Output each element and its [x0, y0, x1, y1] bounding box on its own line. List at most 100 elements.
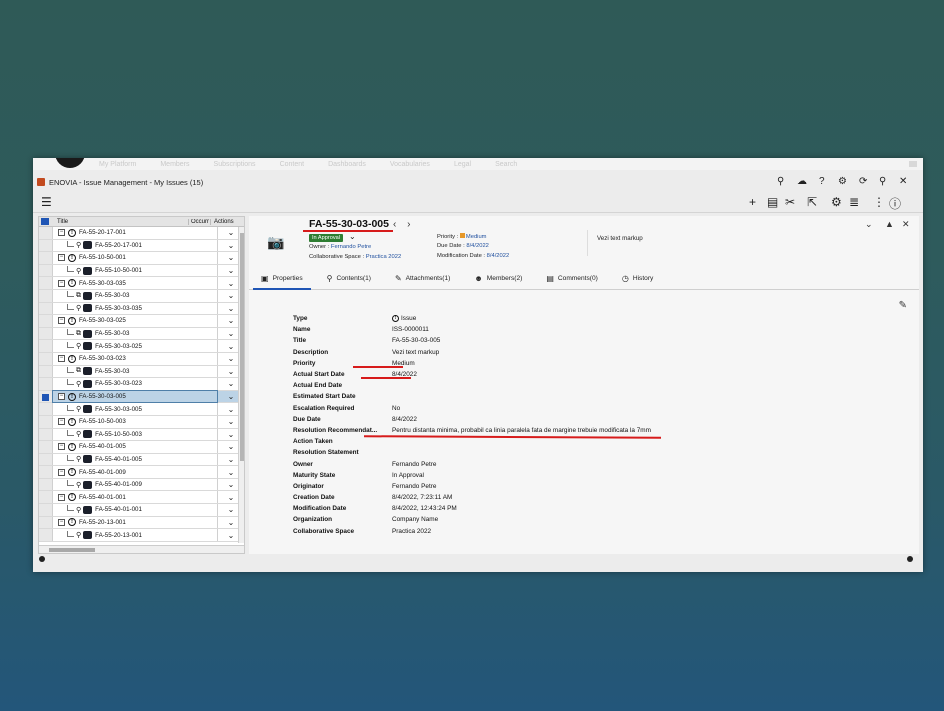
tree-row[interactable]: ⚲ FA-55-40-01-001 ⌄: [39, 504, 244, 517]
pin-icon[interactable]: ⚲: [879, 176, 886, 187]
tab-history[interactable]: ◷ History: [610, 268, 666, 289]
tree-row[interactable]: −! FA-55-40-01-005 ⌄: [39, 441, 244, 454]
tree-row[interactable]: −! FA-55-10-50-003 ⌄: [39, 415, 244, 429]
tree-row[interactable]: ⚲ FA-55-30-03-023 ⌄: [39, 378, 244, 391]
topbar-item[interactable]: Content: [280, 161, 305, 168]
tree-cell[interactable]: −! FA-55-30-03-035: [53, 277, 217, 289]
camera-icon[interactable]: 📷: [267, 234, 284, 251]
row-gutter[interactable]: [39, 289, 53, 302]
row-gutter[interactable]: [39, 390, 53, 403]
tree-row[interactable]: ⚲ FA-55-30-03-005 ⌄: [39, 403, 244, 416]
row-checkbox[interactable]: [42, 393, 49, 401]
tree-row[interactable]: ⚲ FA-55-30-03-035 ⌄: [39, 302, 244, 316]
more-icon[interactable]: ⋮: [873, 195, 885, 209]
row-gutter[interactable]: [39, 453, 53, 466]
tree-row[interactable]: −! FA-55-40-01-001 ⌄: [39, 491, 244, 505]
topbar-item[interactable]: Vocabularies: [390, 161, 430, 168]
chevron-down-icon[interactable]: ⌄: [349, 232, 356, 241]
row-gutter[interactable]: [39, 491, 53, 504]
row-gutter[interactable]: [39, 504, 53, 516]
tree-cell[interactable]: ⚲ FA-55-30-03-005: [53, 403, 217, 415]
tree-cell[interactable]: −! FA-55-10-50-001: [53, 252, 217, 264]
window-control[interactable]: [909, 161, 917, 167]
topbar-item[interactable]: My Platform: [99, 161, 136, 168]
row-gutter[interactable]: [39, 466, 53, 478]
collapse-up-icon[interactable]: ▲: [885, 219, 894, 229]
tree-row[interactable]: −! FA-55-20-17-001 ⌄: [39, 227, 244, 240]
collapse-toggle-icon[interactable]: −: [58, 493, 65, 501]
topbar-item[interactable]: Search: [495, 161, 517, 168]
row-gutter[interactable]: [39, 227, 53, 239]
row-gutter[interactable]: [39, 516, 53, 529]
tree-cell[interactable]: −! FA-55-20-13-001: [53, 517, 217, 529]
select-all-checkbox[interactable]: [41, 218, 49, 225]
tree-row[interactable]: ⧉ FA-55-30-03 ⌄: [39, 327, 244, 341]
plus-icon[interactable]: +: [749, 195, 756, 209]
tree-cell[interactable]: ⚲ FA-55-20-13-001: [53, 529, 217, 541]
tree-row[interactable]: −! FA-55-20-13-001 ⌄: [39, 516, 244, 530]
close-icon[interactable]: ✕: [899, 176, 907, 187]
collapse-toggle-icon[interactable]: −: [58, 279, 65, 287]
tree-cell[interactable]: −! FA-55-40-01-001: [53, 491, 217, 503]
topbar-item[interactable]: Members: [160, 161, 189, 168]
tab-attachments[interactable]: ✎ Attachments(1): [383, 268, 462, 289]
tree-row[interactable]: −! FA-55-40-01-009 ⌄: [39, 466, 244, 479]
tree-cell[interactable]: −! FA-55-40-01-009: [53, 466, 217, 478]
owner-link[interactable]: Fernando Petre: [331, 244, 371, 250]
tree-cell[interactable]: ⚲ FA-55-10-50-001: [53, 265, 217, 277]
row-gutter[interactable]: [39, 315, 53, 327]
tab-members[interactable]: ☻ Members(2): [462, 268, 534, 289]
row-gutter[interactable]: [39, 415, 53, 428]
tree-cell[interactable]: −! FA-55-30-03-023: [53, 353, 217, 365]
tree-cell[interactable]: ⚲ FA-55-30-03-023: [53, 378, 217, 390]
column-actions[interactable]: Actions: [211, 219, 234, 225]
tree-row[interactable]: −! FA-55-30-03-025 ⌄: [39, 315, 244, 328]
row-gutter[interactable]: [39, 264, 53, 277]
tree-row[interactable]: ⚲ FA-55-20-17-001 ⌄: [39, 239, 244, 253]
row-gutter[interactable]: [39, 403, 53, 415]
tree-vertical-scrollbar[interactable]: [238, 227, 244, 543]
tree-row[interactable]: ⚲ FA-55-20-13-001 ⌄: [39, 529, 244, 542]
tree-cell[interactable]: ⚲ FA-55-40-01-005: [53, 454, 217, 466]
row-gutter[interactable]: [39, 327, 53, 340]
row-gutter[interactable]: [39, 378, 53, 390]
pencil-icon[interactable]: ✎: [899, 300, 907, 311]
tree-row[interactable]: ⚲ FA-55-40-01-009 ⌄: [39, 478, 244, 492]
collapse-toggle-icon[interactable]: −: [58, 518, 65, 526]
cursor-select-icon[interactable]: ⇱: [807, 195, 817, 209]
tree-row[interactable]: −! FA-55-30-03-005 ⌄: [39, 389, 244, 404]
chevron-down-icon[interactable]: ⌄: [865, 219, 873, 230]
collapse-toggle-icon[interactable]: −: [58, 355, 65, 363]
tree-cell[interactable]: −! FA-55-10-50-003: [53, 416, 217, 428]
collapse-toggle-icon[interactable]: −: [58, 229, 65, 237]
tree-cell[interactable]: −! FA-55-30-03-005: [52, 389, 218, 404]
gear-icon[interactable]: ⚙: [838, 176, 847, 187]
maturity-state-badge[interactable]: In Approval: [309, 234, 343, 242]
tab-comments[interactable]: ▤ Comments(0): [534, 268, 610, 289]
tree-row[interactable]: ⚲ FA-55-30-03-025 ⌄: [39, 340, 244, 353]
collapse-toggle-icon[interactable]: −: [58, 317, 65, 325]
tree-row[interactable]: ⚲ FA-55-40-01-005 ⌄: [39, 453, 244, 467]
tree-cell[interactable]: ⚲ FA-55-40-01-001: [53, 504, 217, 516]
collapse-toggle-icon[interactable]: −: [58, 393, 65, 401]
tree-horizontal-scrollbar[interactable]: [39, 545, 244, 553]
row-gutter[interactable]: [39, 302, 53, 315]
tree-cell[interactable]: ⧉ FA-55-30-03: [53, 328, 217, 340]
collapse-toggle-icon[interactable]: −: [58, 254, 65, 262]
tab-properties[interactable]: ▣ Properties: [249, 268, 315, 290]
row-gutter[interactable]: [39, 252, 53, 264]
tree-cell[interactable]: ⚲ FA-55-30-03-035: [53, 303, 217, 315]
row-gutter[interactable]: [39, 428, 53, 441]
tree-cell[interactable]: ⚲ FA-55-30-03-025: [53, 340, 217, 352]
info-icon[interactable]: ⓘ: [889, 195, 901, 212]
column-title[interactable]: Title: [53, 218, 189, 225]
tree-row[interactable]: ⚲ FA-55-10-50-001 ⌄: [39, 264, 244, 278]
tree-cell[interactable]: ⧉ FA-55-30-03: [53, 290, 217, 302]
gear-icon[interactable]: ⚙: [831, 195, 842, 209]
refresh-icon[interactable]: ⟳: [859, 176, 867, 187]
row-gutter[interactable]: [39, 277, 53, 289]
tree-cell[interactable]: −! FA-55-20-17-001: [53, 227, 217, 239]
row-gutter[interactable]: [39, 340, 53, 352]
collapse-toggle-icon[interactable]: −: [58, 443, 65, 451]
tree-row[interactable]: ⧉ FA-55-30-03 ⌄: [39, 365, 244, 379]
